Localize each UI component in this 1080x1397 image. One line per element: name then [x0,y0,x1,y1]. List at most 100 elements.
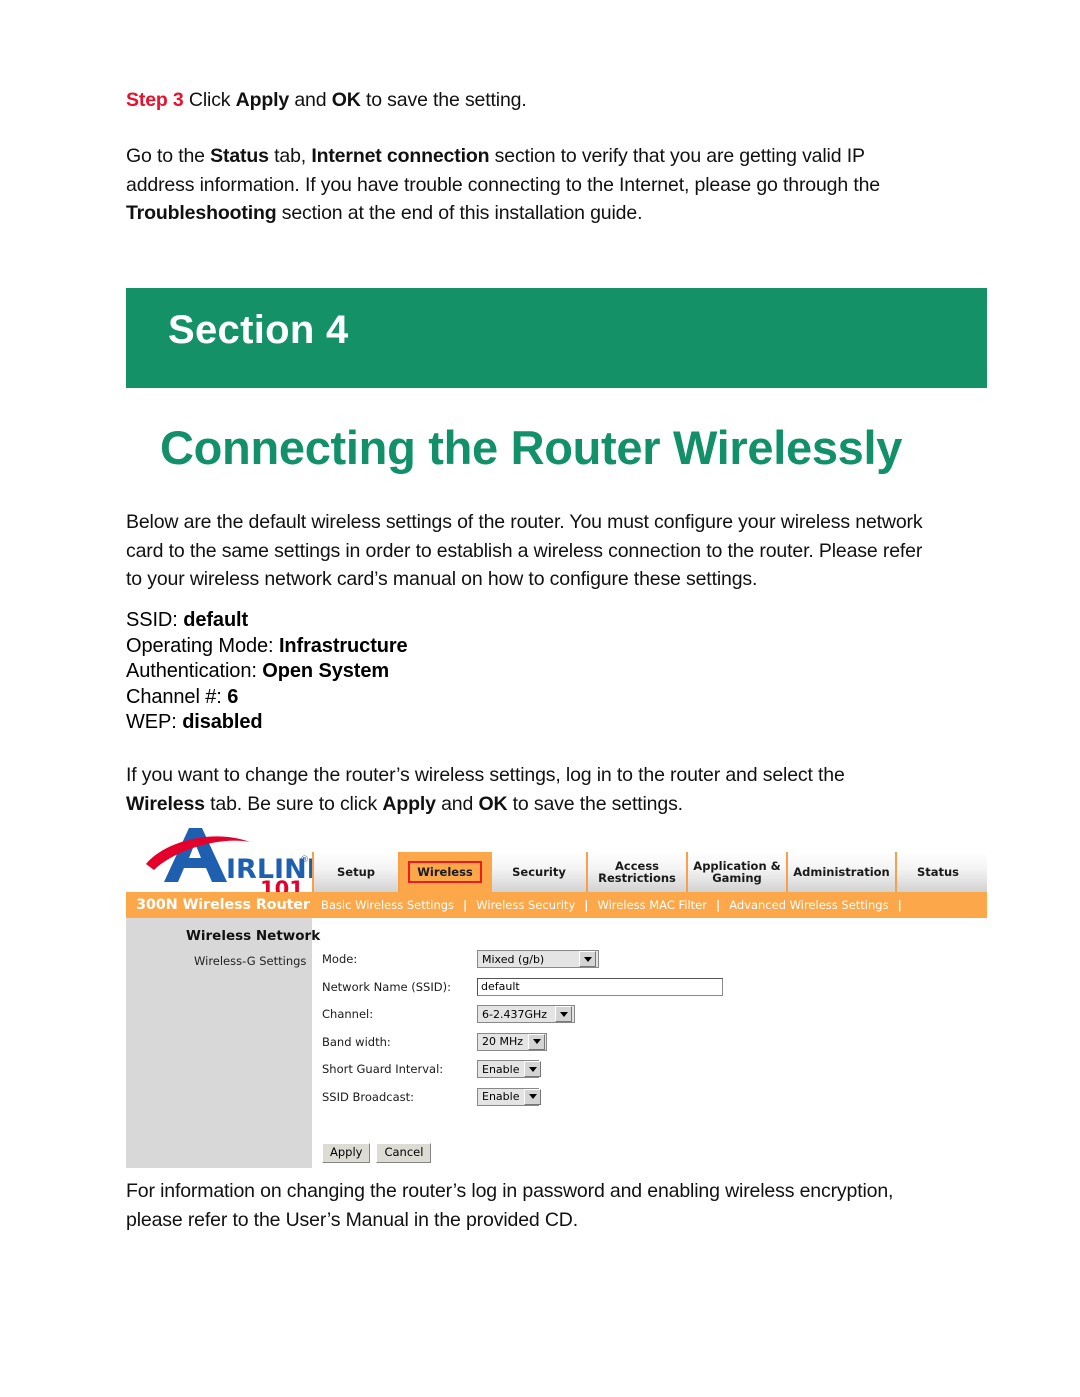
short-guard-interval-value: Enable [482,1062,520,1076]
router-subtab-bar: 300N Wireless Router Basic Wireless Sett… [126,892,987,918]
setting-operating-mode-label: Operating Mode: [126,634,274,657]
router-admin-screenshot: IRLINK ® 101 Setup Wireless Security Acc… [126,820,987,1168]
change-apply-bold: Apply [382,792,436,815]
router-tab-bar[interactable]: Setup Wireless Security Access Restricti… [312,852,987,892]
document-page: Step 3 Click Apply and OK to save the se… [0,0,1080,1397]
router-model-name: 300N Wireless Router [136,897,310,913]
tab-administration[interactable]: Administration [788,852,897,892]
description-line-1: Below are the default wireless settings … [126,511,923,533]
setting-wep-value: disabled [182,711,263,733]
change-text-f: to save the settings. [507,792,683,815]
tab-administration-label: Administration [793,864,890,879]
subtab-advanced-wireless-settings[interactable]: Advanced Wireless Settings [720,898,897,912]
intro-status-bold: Status [210,145,269,167]
setting-channel-label: Channel #: [126,685,222,708]
channel-select[interactable]: 6-2.437GHz [477,1005,575,1024]
step-note-apply: Apply [235,89,290,111]
tab-status[interactable]: Status [897,852,979,892]
setting-ssid-value: default [183,609,249,631]
chevron-down-icon[interactable] [579,951,596,968]
cancel-button[interactable]: Cancel [376,1143,432,1163]
setting-authentication-value: Open System [262,660,390,682]
form-row-ssid-broadcast: SSID Broadcast: Enable [322,1084,723,1111]
subtab-separator-4: | [897,898,902,912]
chevron-down-icon[interactable] [528,1033,546,1050]
tab-access-restrictions[interactable]: Access Restrictions [588,852,688,892]
setting-wep: WEP: disabled [126,710,408,736]
setting-wep-label: WEP: [126,711,177,733]
intro-line-2: address information. If you have trouble… [126,173,880,196]
footer-paragraph: For information on changing the router’s… [126,1177,1006,1234]
change-text-b: tab. Be sure to click [204,792,383,815]
tab-setup[interactable]: Setup [312,852,400,892]
bandwidth-value: 20 MHz [482,1035,524,1049]
step-note-text-1: Click [183,89,236,111]
setting-authentication-label: Authentication: [126,660,257,682]
bandwidth-select[interactable]: 20 MHz [477,1032,547,1051]
form-row-channel: Channel: 6-2.437GHz [322,1001,723,1028]
intro-text-a: Go to the [126,145,211,167]
tab-application-gaming[interactable]: Application & Gaming [688,852,788,892]
subtab-wireless-security[interactable]: Wireless Security [467,898,584,912]
intro-text-c: tab, [268,145,312,167]
setting-ssid-label: SSID: [126,609,178,631]
short-guard-interval-label: Short Guard Interval: [322,1062,444,1077]
footer-line-2: please refer to the User’s Manual in the… [126,1208,578,1231]
mode-label: Mode: [322,952,358,967]
setting-authentication: Authentication: Open System [126,659,408,685]
setting-ssid: SSID: default [126,608,408,634]
ssid-input[interactable]: default [477,977,723,996]
description-paragraph: Below are the default wireless settings … [126,508,996,594]
router-subtab-list[interactable]: Basic Wireless Settings | Wireless Secur… [312,898,902,912]
change-text-d: and [435,792,479,815]
mode-value: Mixed (g/b) [482,952,545,966]
subtab-basic-wireless-settings[interactable]: Basic Wireless Settings [312,898,463,912]
ssid-label: Network Name (SSID): [322,979,451,994]
logo-trademark-icon: ® [300,855,309,865]
footer-line-1: For information on changing the router’s… [126,1180,894,1202]
form-row-mode: Mode: Mixed (g/b) [322,946,723,973]
tab-wireless-label: Wireless [408,860,482,884]
setting-channel: Channel #: 6 [126,685,408,711]
short-guard-interval-select[interactable]: Enable [477,1060,542,1079]
mode-select[interactable]: Mixed (g/b) [477,950,599,969]
tab-wireless[interactable]: Wireless [400,852,492,892]
airlink-logo: IRLINK ® 101 [134,820,312,892]
description-line-3: to your wireless network card’s manual o… [126,568,758,590]
bandwidth-label: Band width: [322,1034,391,1049]
channel-label: Channel: [322,1007,374,1022]
intro-line-1: Go to the Status tab, Internet connectio… [126,142,996,171]
tab-security-label: Security [512,864,566,879]
step-note-ok: OK [331,89,361,111]
form-row-short-guard-interval: Short Guard Interval: Enable [322,1056,723,1083]
form-button-row: Apply Cancel [322,1143,432,1163]
subtab-wireless-mac-filter[interactable]: Wireless MAC Filter [588,898,716,912]
setting-operating-mode: Operating Mode: Infrastructure [126,634,408,660]
chevron-down-icon[interactable] [555,1006,572,1023]
form-row-bandwidth: Band width: 20 MHz [322,1029,723,1056]
tab-security[interactable]: Security [492,852,588,892]
tab-status-label: Status [916,864,960,879]
change-ok-bold: OK [478,792,508,815]
intro-paragraph: Go to the Status tab, Internet connectio… [126,142,996,228]
apply-button[interactable]: Apply [322,1143,371,1163]
chevron-down-icon[interactable] [524,1088,542,1105]
intro-text-e: section to verify that you are getting v… [489,145,865,167]
description-line-2: card to the same settings in order to es… [126,539,923,562]
ssid-broadcast-value: Enable [482,1090,520,1104]
ssid-broadcast-select[interactable]: Enable [477,1087,542,1106]
intro-troubleshooting-bold: Troubleshooting [126,202,277,224]
change-line-2: Wireless tab. Be sure to click Apply and… [126,790,996,819]
logo-model-number: 101 [260,877,304,892]
setting-operating-mode-value: Infrastructure [278,634,408,657]
side-panel-title: Wireless Network [186,928,321,944]
step-label: Step 3 [126,89,184,111]
channel-value: 6-2.437GHz [482,1007,548,1021]
intro-line-3: Troubleshooting section at the end of th… [126,199,996,228]
intro-internet-connection-bold: Internet connection [311,145,490,167]
side-panel-subtitle: Wireless-G Settings [194,954,307,968]
intro-text-f: section at the end of this installation … [276,202,643,224]
chevron-down-icon[interactable] [524,1061,542,1078]
change-settings-paragraph: If you want to change the router’s wirel… [126,761,996,818]
step-note-text-3: to save the setting. [360,89,527,111]
